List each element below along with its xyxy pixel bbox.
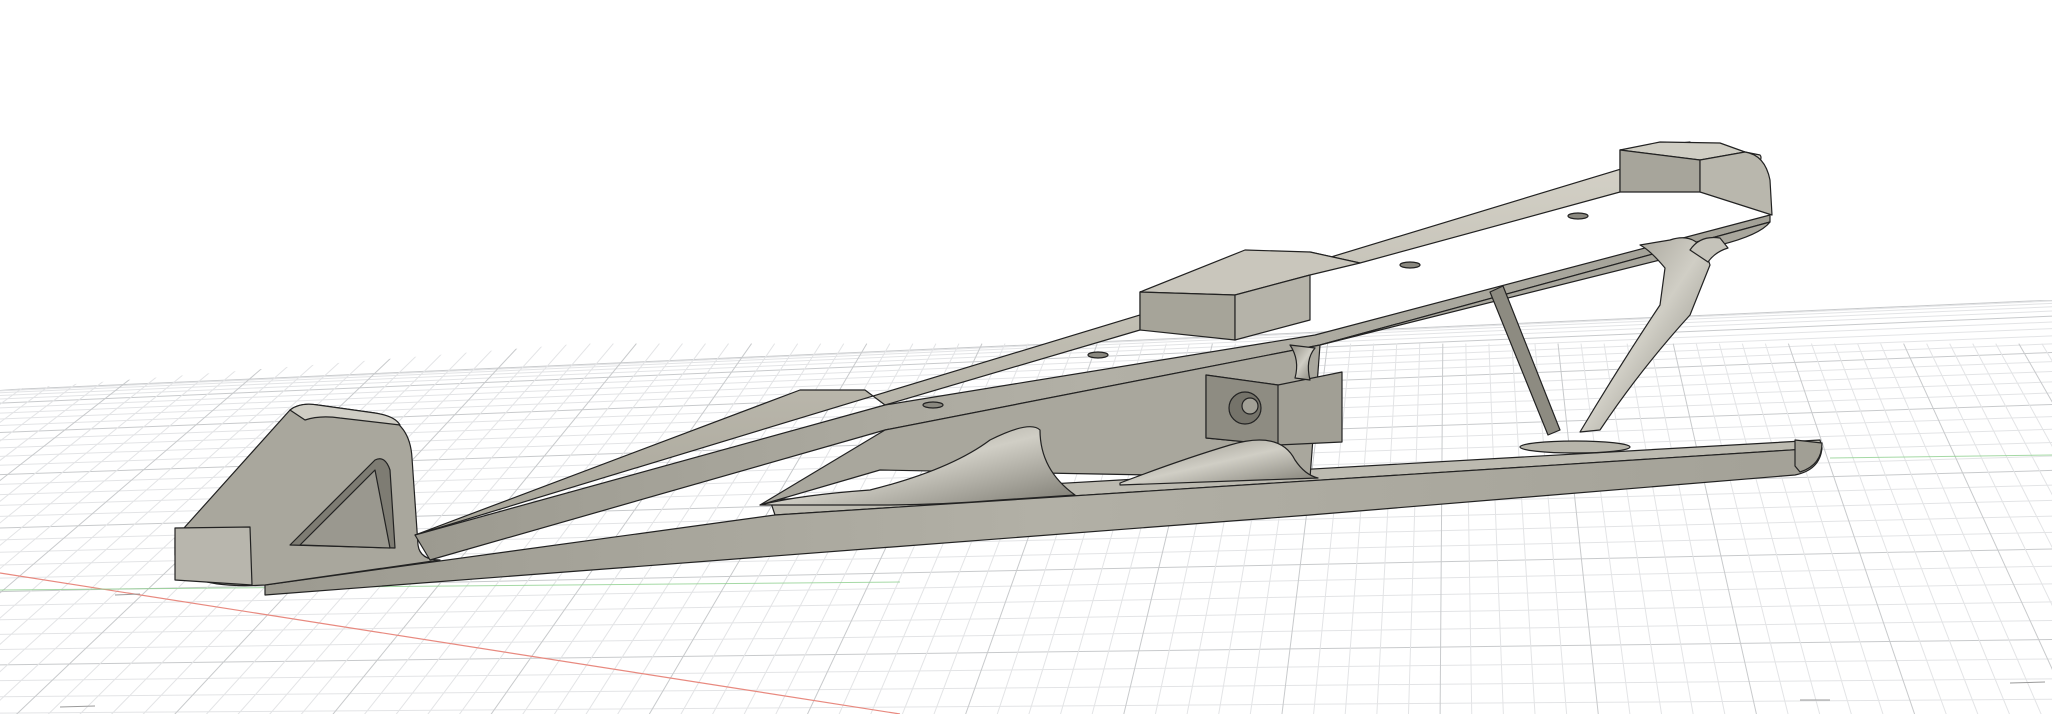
grid-line	[1375, 343, 1398, 714]
grid-line	[1672, 343, 1761, 714]
grid-line	[0, 300, 2052, 391]
grid-line	[0, 343, 84, 714]
mount-hole-3	[1399, 261, 1421, 269]
grid-line	[1465, 343, 1473, 714]
grid-line	[1407, 343, 1421, 714]
right-end-cap	[1699, 151, 1773, 216]
base-rail-right-end	[1794, 439, 1823, 473]
grid-line	[1343, 343, 1375, 714]
mount-hole-4	[1567, 212, 1589, 220]
strut-foot	[1519, 440, 1631, 454]
grid-line	[1834, 343, 1985, 714]
grid-line	[0, 678, 2052, 698]
grid-line	[1439, 343, 1444, 714]
viewport-canvas[interactable]	[0, 0, 2052, 714]
grid-line	[1995, 343, 2052, 714]
grid-line	[0, 343, 61, 714]
middle-pad-front	[1139, 291, 1236, 341]
grid-line	[1741, 343, 1857, 714]
left-hook-front-face	[174, 526, 253, 586]
grid-line	[1926, 343, 2052, 714]
origin-icon	[59, 593, 2046, 708]
y-axis-line	[0, 581, 901, 591]
hinge-hole-inner	[1241, 397, 1259, 415]
grid-line	[1787, 343, 1921, 714]
mount-hole-2	[1087, 351, 1109, 359]
grid-line	[1972, 343, 2052, 714]
middle-pad-top	[1139, 249, 1361, 296]
grid-line	[1949, 343, 2052, 714]
grid-line	[0, 601, 2052, 635]
grid-line	[1718, 343, 1825, 714]
3d-viewport[interactable]	[0, 0, 2052, 714]
mount-hole-1	[922, 401, 944, 409]
grid-line	[1649, 343, 1729, 714]
